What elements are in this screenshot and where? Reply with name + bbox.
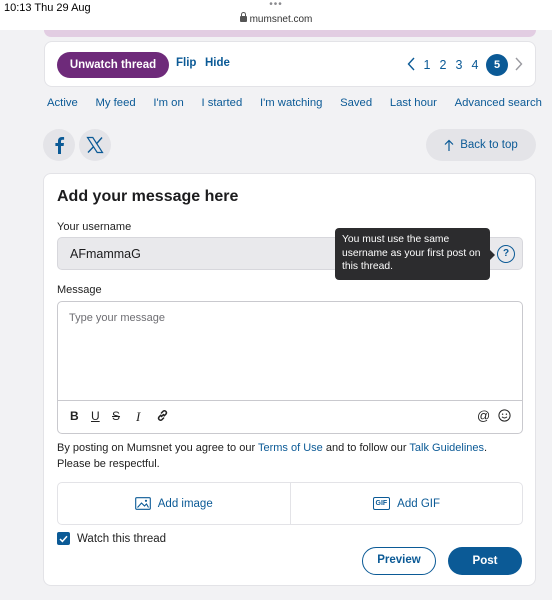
subnav-saved[interactable]: Saved <box>340 97 372 109</box>
username-label: Your username <box>57 221 132 233</box>
x-icon <box>86 136 104 154</box>
facebook-icon <box>55 137 65 154</box>
facebook-share-button[interactable] <box>43 129 75 161</box>
watch-thread-checkbox[interactable]: Watch this thread <box>57 532 166 545</box>
message-label: Message <box>57 284 102 296</box>
checkbox-checked-icon[interactable] <box>57 532 70 545</box>
compose-title: Add your message here <box>57 188 239 205</box>
flip-link[interactable]: Flip <box>176 57 196 69</box>
link-icon[interactable] <box>156 409 169 425</box>
subnav-advanced-search[interactable]: Advanced search <box>455 97 542 109</box>
compose-card: Add your message here Your username AFma… <box>43 173 536 586</box>
help-icon[interactable]: ? <box>497 245 515 263</box>
chevron-left-icon[interactable] <box>407 57 416 74</box>
italic-button[interactable]: I <box>136 409 140 425</box>
strikethrough-button[interactable]: S <box>112 409 120 423</box>
back-to-top-button[interactable]: Back to top <box>426 129 536 161</box>
notice-banner <box>44 30 536 37</box>
message-textarea[interactable] <box>58 302 522 401</box>
page-link-2[interactable]: 2 <box>438 58 448 72</box>
message-editor: B U S I @ <box>57 301 523 434</box>
browser-dots-icon[interactable]: ••• <box>0 0 552 10</box>
terms-of-use-link[interactable]: Terms of Use <box>258 442 323 454</box>
formatting-toolbar: B U S I @ <box>58 401 522 433</box>
image-icon <box>134 497 151 510</box>
subnav-im-on[interactable]: I'm on <box>153 97 183 109</box>
preview-button[interactable]: Preview <box>362 547 436 575</box>
chevron-right-icon[interactable] <box>514 57 523 74</box>
watch-thread-label: Watch this thread <box>77 532 167 545</box>
page-link-1[interactable]: 1 <box>422 58 432 72</box>
page-link-3[interactable]: 3 <box>454 58 464 72</box>
mention-button[interactable]: @ <box>477 408 490 423</box>
x-share-button[interactable] <box>79 129 111 161</box>
add-image-button[interactable]: Add image <box>58 483 290 524</box>
media-row: Add image GIF Add GIF <box>57 482 523 525</box>
pagination: 1 2 3 4 5 <box>407 53 523 77</box>
bold-button[interactable]: B <box>70 409 79 423</box>
thread-actions-bar: Unwatch thread Flip Hide 1 2 3 4 5 <box>44 41 536 87</box>
address-bar[interactable]: mumsnet.com <box>0 12 552 25</box>
arrow-up-icon <box>444 139 454 151</box>
underline-button[interactable]: U <box>91 409 100 423</box>
status-bar: 10:13 Thu 29 Aug ••• mumsnet.com <box>0 0 552 30</box>
subnav-im-watching[interactable]: I'm watching <box>260 97 322 109</box>
add-image-label: Add image <box>157 497 213 510</box>
subnav-my-feed[interactable]: My feed <box>95 97 135 109</box>
unwatch-thread-button[interactable]: Unwatch thread <box>57 52 169 78</box>
emoji-icon[interactable] <box>498 409 511 425</box>
talk-guidelines-link[interactable]: Talk Guidelines <box>409 442 484 454</box>
page-link-current[interactable]: 5 <box>486 54 508 76</box>
talk-subnav: Active My feed I'm on I started I'm watc… <box>47 97 542 109</box>
back-to-top-label: Back to top <box>460 139 518 151</box>
add-gif-label: Add GIF <box>397 497 440 510</box>
page-link-4[interactable]: 4 <box>470 58 480 72</box>
subnav-active[interactable]: Active <box>47 97 78 109</box>
add-gif-button[interactable]: GIF Add GIF <box>289 483 523 524</box>
hide-link[interactable]: Hide <box>205 57 230 69</box>
lock-icon <box>239 12 247 22</box>
subnav-i-started[interactable]: I started <box>201 97 242 109</box>
gif-icon: GIF <box>372 497 391 510</box>
username-value: AFmammaG <box>70 247 141 261</box>
post-button[interactable]: Post <box>448 547 522 575</box>
username-tooltip: You must use the same username as your f… <box>335 228 495 280</box>
subnav-last-hour[interactable]: Last hour <box>390 97 437 109</box>
terms-notice: By posting on Mumsnet you agree to our T… <box>57 442 488 470</box>
